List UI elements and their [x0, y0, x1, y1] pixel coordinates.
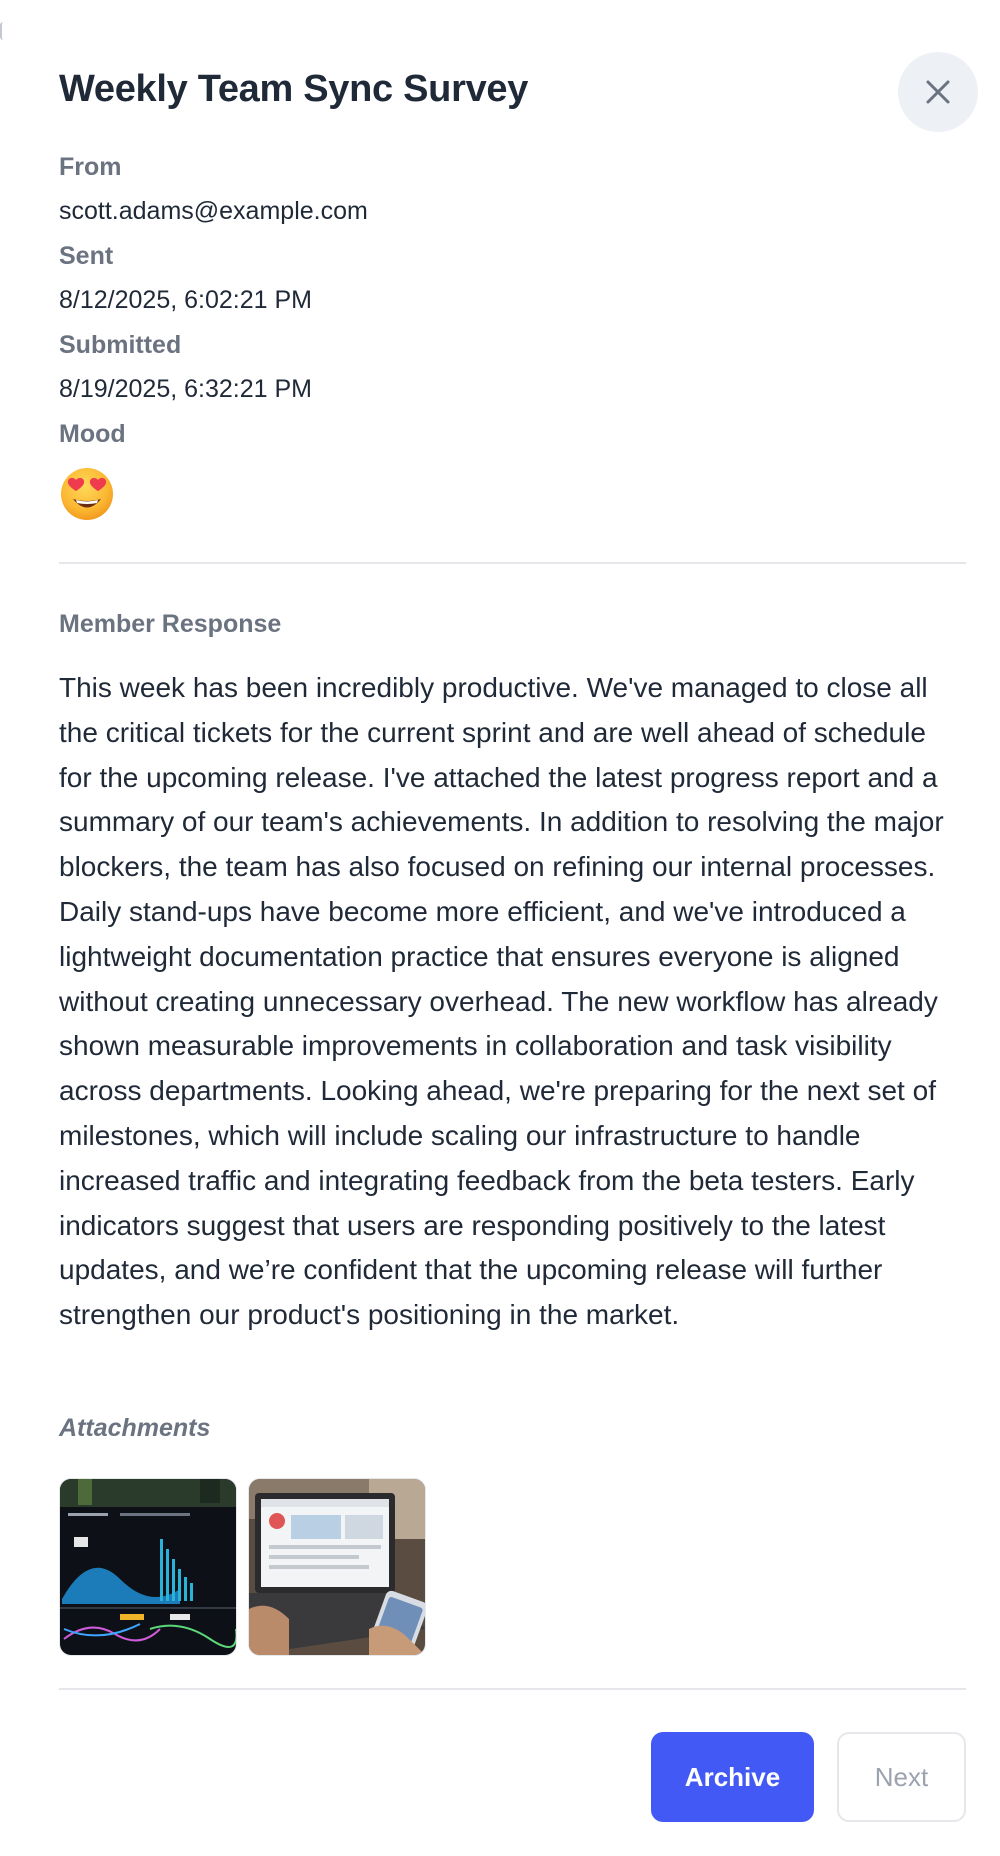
survey-detail-panel: Weekly Team Sync Survey From scott.adams… [0, 0, 1000, 1856]
close-button[interactable] [898, 52, 978, 132]
from-label: From [59, 153, 122, 181]
mood-label: Mood [59, 420, 126, 448]
next-button[interactable]: Next [837, 1732, 966, 1822]
attachment-thumbnail-dashboard[interactable] [59, 1478, 237, 1656]
member-response-text: This week has been incredibly productive… [59, 672, 944, 1331]
sent-label: Sent [59, 242, 114, 270]
panel-edge-mark [0, 22, 6, 40]
laptop-photo-thumbnail [249, 1479, 425, 1655]
from-value: scott.adams@example.com [59, 197, 368, 225]
dialog-title: Weekly Team Sync Survey [59, 68, 529, 110]
attachment-thumbnail-laptop[interactable] [248, 1478, 426, 1656]
section-divider-top [59, 562, 966, 564]
submitted-label: Submitted [59, 331, 182, 359]
dashboard-screenshot-thumbnail [60, 1479, 236, 1655]
submitted-value: 8/19/2025, 6:32:21 PM [59, 375, 312, 403]
member-response-label: Member Response [59, 610, 282, 638]
heart-eyes-emoji-icon [61, 468, 113, 520]
section-divider-bottom [59, 1688, 966, 1690]
sent-value: 8/12/2025, 6:02:21 PM [59, 286, 312, 314]
attachments-label: Attachments [59, 1414, 211, 1442]
archive-button[interactable]: Archive [651, 1732, 814, 1822]
close-icon [926, 80, 950, 104]
